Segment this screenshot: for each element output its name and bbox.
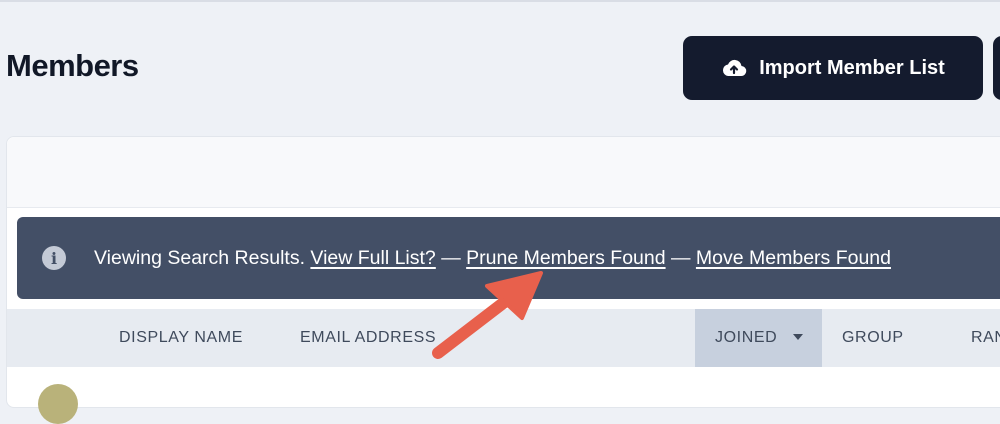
column-header-display-name[interactable]: DISPLAY NAME [119,309,243,367]
table-header: DISPLAY NAME EMAIL ADDRESS JOINED GROUP … [7,309,1000,367]
move-members-found-link[interactable]: Move Members Found [696,247,891,269]
sort-caret-down-icon [793,334,803,340]
view-full-list-link[interactable]: View Full List? [310,247,435,269]
banner-text: Viewing Search Results. View Full List? … [94,245,891,271]
column-header-joined[interactable]: JOINED [695,309,822,367]
table-body [7,367,1000,397]
page-title: Members [6,48,139,83]
more-actions-button[interactable] [993,36,1000,100]
top-border [0,0,1000,2]
banner-separator: — [441,247,461,269]
banner-message: Viewing Search Results. [94,247,305,269]
search-results-banner: i Viewing Search Results. View Full List… [17,217,1000,299]
avatar [38,384,78,424]
column-header-rank[interactable]: RAN [971,309,1000,367]
column-header-joined-label: JOINED [715,329,778,346]
panel-toolbar [7,137,1000,208]
cloud-upload-icon [721,58,747,78]
prune-members-found-link[interactable]: Prune Members Found [466,247,665,269]
import-member-list-label: Import Member List [759,56,945,79]
banner-separator: — [671,247,691,269]
column-header-email-address[interactable]: EMAIL ADDRESS [300,309,436,367]
column-header-group[interactable]: GROUP [842,309,904,367]
info-circle-icon: i [42,246,66,270]
import-member-list-button[interactable]: Import Member List [683,36,983,100]
